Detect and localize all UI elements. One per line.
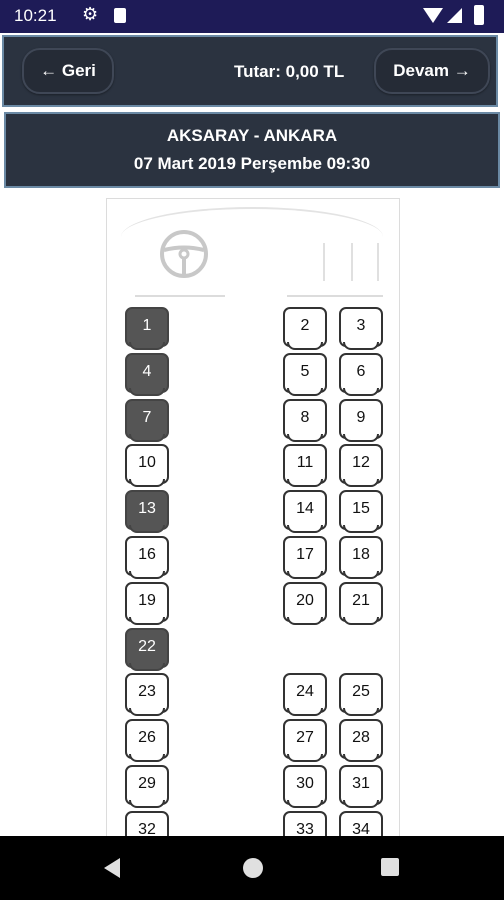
seat-available[interactable]: 25 <box>339 673 383 716</box>
seat-available[interactable]: 2 <box>283 307 327 350</box>
seat-available[interactable]: 8 <box>283 399 327 442</box>
seat-available[interactable]: 27 <box>283 719 327 762</box>
wifi-icon <box>423 8 443 23</box>
seat-available[interactable]: 14 <box>283 490 327 533</box>
seat-available[interactable]: 15 <box>339 490 383 533</box>
seat-available[interactable]: 5 <box>283 353 327 396</box>
bus-seat-map: 1 2 3 4 5 6 7 8 9 10 11 12 13 14 15 16 1… <box>106 198 400 854</box>
continue-button[interactable]: Devam → <box>374 48 490 94</box>
door-line <box>377 243 379 281</box>
nav-home-icon[interactable] <box>243 858 263 878</box>
nav-recents-icon[interactable] <box>381 858 399 876</box>
seat-available[interactable]: 26 <box>125 719 169 762</box>
signal-icon <box>447 8 462 23</box>
seat-available[interactable]: 19 <box>125 582 169 625</box>
door-line <box>351 243 353 281</box>
sd-card-icon <box>114 8 126 23</box>
seat-available[interactable]: 3 <box>339 307 383 350</box>
seat-available[interactable]: 23 <box>125 673 169 716</box>
navigation-bar <box>0 836 504 900</box>
seat-taken: 22 <box>125 628 169 671</box>
seat-available[interactable]: 9 <box>339 399 383 442</box>
seat-available[interactable]: 17 <box>283 536 327 579</box>
seat-taken: 1 <box>125 307 169 350</box>
seat-available[interactable]: 31 <box>339 765 383 808</box>
top-bar: ← Geri Tutar: 0,00 TL Devam → <box>2 35 498 107</box>
driver-divider <box>135 295 225 297</box>
back-button[interactable]: ← Geri <box>22 48 114 94</box>
seat-taken: 13 <box>125 490 169 533</box>
seat-available[interactable]: 30 <box>283 765 327 808</box>
steering-wheel-icon <box>160 230 208 278</box>
front-divider <box>287 295 383 297</box>
route-datetime: 07 Mart 2019 Perşembe 09:30 <box>133 154 371 173</box>
seat-available[interactable]: 10 <box>125 444 169 487</box>
status-bar: 10:21 ⚙ <box>0 0 504 33</box>
battery-icon <box>474 5 484 25</box>
door-line <box>323 243 325 281</box>
gear-icon: ⚙ <box>82 4 99 24</box>
seat-taken: 7 <box>125 399 169 442</box>
seat-available[interactable]: 12 <box>339 444 383 487</box>
nav-back-icon[interactable] <box>104 858 120 878</box>
seat-available[interactable]: 20 <box>283 582 327 625</box>
status-time: 10:21 <box>14 6 57 25</box>
seat-available[interactable]: 16 <box>125 536 169 579</box>
seat-available[interactable]: 6 <box>339 353 383 396</box>
seat-available[interactable]: 28 <box>339 719 383 762</box>
seat-available[interactable]: 18 <box>339 536 383 579</box>
route-info: AKSARAY - ANKARA 07 Mart 2019 Perşembe 0… <box>4 112 500 188</box>
seat-available[interactable]: 24 <box>283 673 327 716</box>
seat-available[interactable]: 29 <box>125 765 169 808</box>
amount-label: Tutar: 0,00 TL <box>234 62 345 81</box>
seat-taken: 4 <box>125 353 169 396</box>
seat-available[interactable]: 11 <box>283 444 327 487</box>
route-title: AKSARAY - ANKARA <box>166 126 338 145</box>
seat-available[interactable]: 21 <box>339 582 383 625</box>
